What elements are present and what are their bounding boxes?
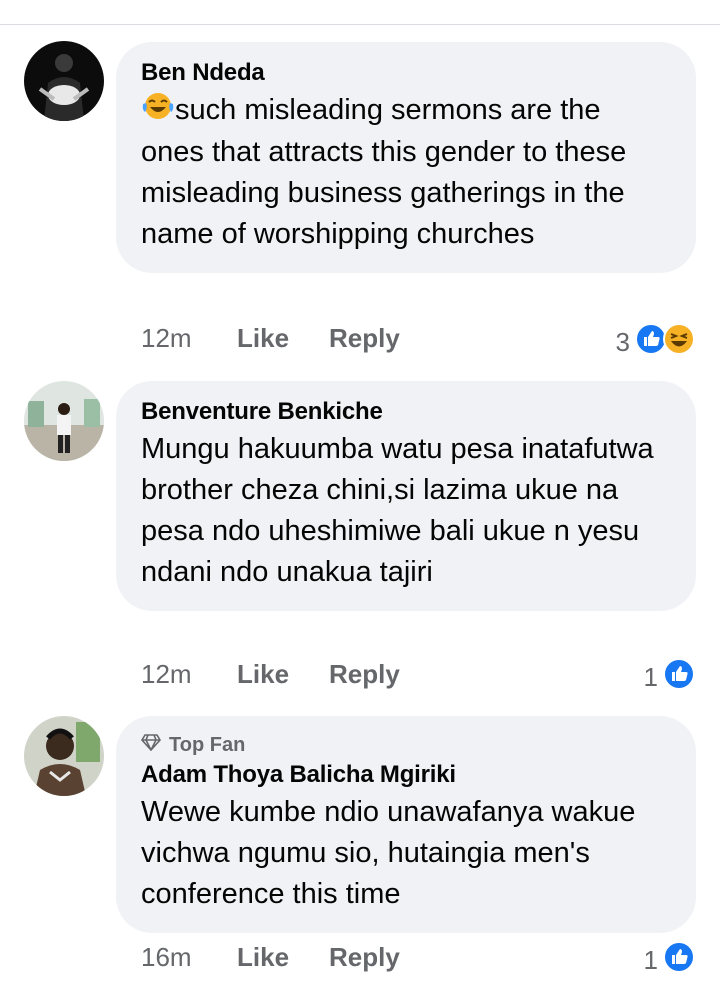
reaction-summary[interactable]: 1 <box>644 940 696 981</box>
reaction-count: 1 <box>643 945 658 975</box>
avatar[interactable] <box>24 41 104 121</box>
like-button[interactable]: Like <box>237 942 329 973</box>
comment-time[interactable]: 12m <box>141 659 237 690</box>
like-reaction-icon <box>662 657 696 698</box>
like-button[interactable]: Like <box>237 659 329 690</box>
top-fan-label: Top Fan <box>169 734 246 756</box>
comment-text: Mungu hakuumba watu pesa inatafutwa brot… <box>141 433 654 588</box>
reaction-count: 1 <box>643 662 658 692</box>
avatar[interactable] <box>24 716 104 796</box>
reaction-summary[interactable]: 3 <box>616 322 696 363</box>
comment-text: Wewe kumbe ndio unawafanya wakue vichwa … <box>141 796 636 910</box>
like-reaction-icon <box>662 940 696 981</box>
diamond-icon <box>141 732 161 758</box>
comment-author[interactable]: Adam Thoya Balicha Mgiriki <box>141 760 670 790</box>
comment-time[interactable]: 16m <box>141 942 237 973</box>
comment-actions: 12m Like Reply <box>141 659 400 690</box>
avatar[interactable] <box>24 381 104 461</box>
top-divider <box>0 0 720 25</box>
tears-of-joy-emoji-icon <box>141 90 175 132</box>
like-button[interactable]: Like <box>237 323 329 354</box>
reaction-count: 3 <box>615 327 630 357</box>
reply-button[interactable]: Reply <box>329 942 400 973</box>
comment-actions: 12m Like Reply <box>141 323 400 354</box>
comment-author[interactable]: Ben Ndeda <box>141 58 670 88</box>
reply-button[interactable]: Reply <box>329 323 400 354</box>
reaction-summary[interactable]: 1 <box>644 657 696 698</box>
comment-actions: 16m Like Reply <box>141 942 400 973</box>
reply-button[interactable]: Reply <box>329 659 400 690</box>
comment-text-body: such misleading sermons are the ones tha… <box>141 94 627 251</box>
comment-bubble: Benventure Benkiche Mungu hakuumba watu … <box>116 381 696 611</box>
comment-bubble: Ben Ndeda such misleading sermons are th… <box>116 42 696 274</box>
comment-text: such misleading sermons are the ones tha… <box>141 90 670 255</box>
comment-author[interactable]: Benventure Benkiche <box>141 397 670 427</box>
top-fan-badge: Top Fan <box>141 732 670 758</box>
comment-time[interactable]: 12m <box>141 323 237 354</box>
haha-reaction-icon <box>662 322 696 363</box>
comment-bubble: Top Fan Adam Thoya Balicha Mgiriki Wewe … <box>116 716 696 933</box>
